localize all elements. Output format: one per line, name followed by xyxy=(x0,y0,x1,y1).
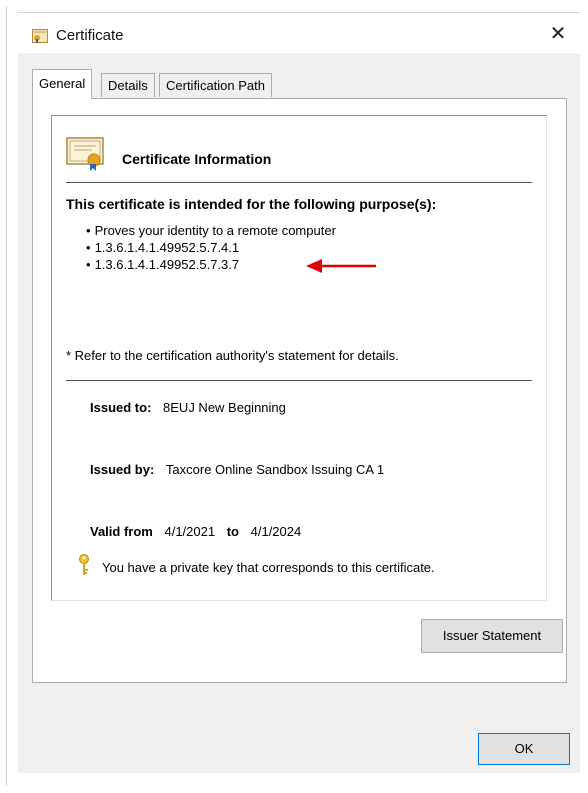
ca-statement-note: * Refer to the certification authority's… xyxy=(66,348,399,363)
purpose-heading: This certificate is intended for the fol… xyxy=(66,196,437,212)
issued-to-row: Issued to: 8EUJ New Beginning xyxy=(90,400,286,415)
purpose-list: Proves your identity to a remote compute… xyxy=(86,222,336,273)
issued-to-label: Issued to: xyxy=(90,400,152,415)
tab-details[interactable]: Details xyxy=(101,73,155,97)
red-arrow-annotation xyxy=(306,259,376,273)
tab-general[interactable]: General xyxy=(32,69,93,99)
certificate-dialog: Certificate ✕ General Details Certificat… xyxy=(18,12,580,773)
valid-to-value: 4/1/2024 xyxy=(250,524,302,539)
issued-by-label: Issued by: xyxy=(90,462,155,477)
ok-button[interactable]: OK xyxy=(478,733,570,765)
close-icon: ✕ xyxy=(549,23,567,45)
purpose-item: Proves your identity to a remote compute… xyxy=(86,222,336,239)
key-icon xyxy=(79,554,89,575)
title-bar: Certificate ✕ xyxy=(18,13,580,53)
issued-to-value: 8EUJ New Beginning xyxy=(163,400,286,415)
left-edge-rule xyxy=(6,6,7,786)
valid-to-label: to xyxy=(226,524,239,539)
purpose-item: 1.3.6.1.4.1.49952.5.7.3.7 xyxy=(86,256,336,273)
issued-by-row: Issued by: Taxcore Online Sandbox Issuin… xyxy=(90,462,384,477)
window-title: Certificate xyxy=(56,27,124,44)
certificate-info-heading: Certificate Information xyxy=(122,151,272,167)
certificate-info-box: Certificate Information This certificate… xyxy=(51,115,547,601)
details-divider xyxy=(66,380,532,381)
validity-row: Valid from 4/1/2021 to 4/1/2024 xyxy=(90,524,301,539)
issued-by-value: Taxcore Online Sandbox Issuing CA 1 xyxy=(165,462,385,477)
issuer-statement-button[interactable]: Issuer Statement xyxy=(421,619,563,653)
certificate-icon xyxy=(32,29,48,43)
purpose-item: 1.3.6.1.4.1.49952.5.7.4.1 xyxy=(86,239,336,256)
certificate-badge-icon xyxy=(66,137,104,171)
tab-certification-path[interactable]: Certification Path xyxy=(159,73,272,97)
heading-divider xyxy=(66,182,532,183)
private-key-note: You have a private key that corresponds … xyxy=(102,560,435,575)
valid-from-label: Valid from xyxy=(90,524,153,539)
close-button[interactable]: ✕ xyxy=(544,21,572,47)
general-tab-panel: Certificate Information This certificate… xyxy=(32,98,567,683)
valid-from-value: 4/1/2021 xyxy=(164,524,216,539)
